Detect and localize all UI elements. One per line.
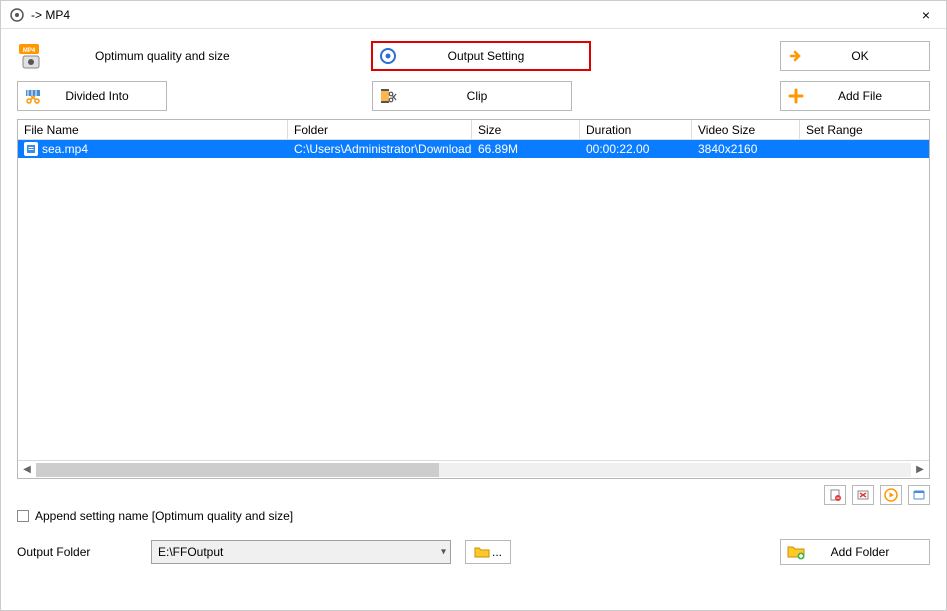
col-videosize[interactable]: Video Size [692,120,800,139]
quality-label: Optimum quality and size [85,49,345,63]
file-table: File Name Folder Size Duration Video Siz… [17,119,930,479]
col-duration[interactable]: Duration [580,120,692,139]
table-header: File Name Folder Size Duration Video Siz… [18,120,929,140]
scroll-track[interactable] [36,463,911,477]
append-setting-checkbox[interactable] [17,510,29,522]
browse-ellipsis: ... [492,545,502,559]
action-icons-row [1,479,946,507]
output-folder-value: E:\FFOutput [158,545,223,559]
append-setting-row: Append setting name [Optimum quality and… [1,507,946,533]
horizontal-scrollbar[interactable]: ◀ ▶ [18,460,929,478]
cell-size: 66.89M [472,142,580,156]
ok-button[interactable]: OK [780,41,930,71]
clip-button[interactable]: Clip [372,81,572,111]
folder-plus-icon [781,544,811,560]
plus-icon [781,88,811,104]
titlebar: -> MP4 × [1,1,946,29]
file-icon [24,142,38,156]
output-folder-select[interactable]: E:\FFOutput ▾ [151,540,451,564]
window-title: -> MP4 [31,8,70,22]
table-body: sea.mp4 C:\Users\Administrator\Downloads… [18,140,929,460]
browse-folder-button[interactable]: ... [465,540,511,564]
add-file-label: Add File [811,89,929,103]
clip-label: Clip [403,89,571,103]
append-setting-label: Append setting name [Optimum quality and… [35,509,293,523]
clear-list-button[interactable] [852,485,874,505]
output-folder-row: Output Folder E:\FFOutput ▾ ... Add Fold… [1,533,946,575]
cell-filename: sea.mp4 [42,142,88,156]
add-file-button[interactable]: Add File [780,81,930,111]
output-setting-button[interactable]: Output Setting [371,41,591,71]
col-size[interactable]: Size [472,120,580,139]
mp4-format-icon: MP4 [17,42,45,70]
col-setrange[interactable]: Set Range [800,120,929,139]
cell-duration: 00:00:22.00 [580,142,692,156]
chevron-down-icon: ▾ [441,547,446,558]
film-scissors-icon [373,87,403,105]
arrow-right-icon [781,48,811,64]
output-setting-label: Output Setting [403,49,589,63]
remove-file-button[interactable] [824,485,846,505]
scroll-thumb[interactable] [36,463,439,477]
add-folder-button[interactable]: Add Folder [780,539,930,565]
play-button[interactable] [880,485,902,505]
ok-label: OK [811,49,929,63]
scroll-left-icon[interactable]: ◀ [18,462,36,478]
close-button[interactable]: × [914,3,938,27]
scroll-right-icon[interactable]: ▶ [911,462,929,478]
output-folder-label: Output Folder [17,545,137,559]
add-folder-label: Add Folder [811,545,929,559]
divided-into-button[interactable]: Divided Into [17,81,167,111]
table-row[interactable]: sea.mp4 C:\Users\Administrator\Downloads… [18,140,929,158]
folder-icon [474,545,490,559]
app-icon [9,7,25,23]
scissors-icon [18,87,48,105]
svg-text:MP4: MP4 [23,48,36,54]
info-button[interactable] [908,485,930,505]
col-filename[interactable]: File Name [18,120,288,139]
gear-icon [373,47,403,65]
col-folder[interactable]: Folder [288,120,472,139]
divided-into-label: Divided Into [48,89,166,103]
toolbar: MP4 Optimum quality and size Output Sett… [1,29,946,117]
cell-videosize: 3840x2160 [692,142,800,156]
cell-folder: C:\Users\Administrator\Downloads [288,142,472,156]
